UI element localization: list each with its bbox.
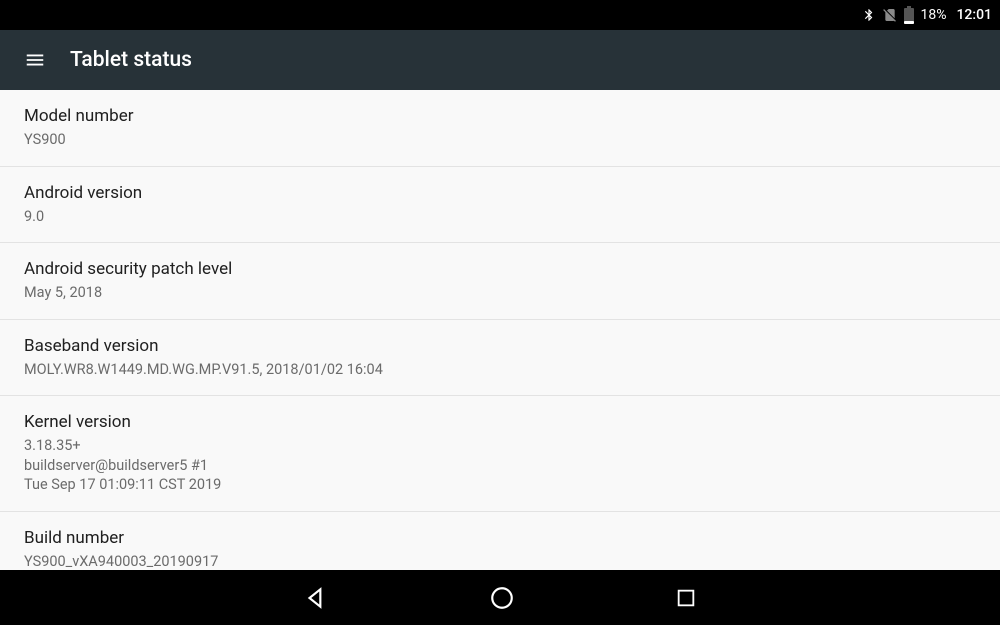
item-label: Model number bbox=[24, 106, 976, 126]
item-value: 9.0 bbox=[24, 207, 976, 227]
page-title: Tablet status bbox=[70, 48, 192, 72]
battery-icon bbox=[904, 6, 914, 24]
item-value: MOLY.WR8.W1449.MD.WG.MP.V91.5, 2018/01/0… bbox=[24, 360, 976, 380]
item-security-patch[interactable]: Android security patch level May 5, 2018 bbox=[0, 243, 1000, 320]
item-label: Android version bbox=[24, 183, 976, 203]
item-label: Build number bbox=[24, 528, 976, 548]
bluetooth-icon bbox=[862, 6, 876, 24]
no-sim-icon bbox=[882, 7, 898, 23]
item-build-number[interactable]: Build number YS900_vXA940003_20190917 bbox=[0, 512, 1000, 570]
menu-icon[interactable] bbox=[24, 49, 46, 71]
item-value: 3.18.35+ buildserver@buildserver5 #1 Tue… bbox=[24, 436, 976, 495]
item-baseband-version[interactable]: Baseband version MOLY.WR8.W1449.MD.WG.MP… bbox=[0, 320, 1000, 397]
item-value: YS900_vXA940003_20190917 bbox=[24, 552, 976, 570]
navigation-bar bbox=[0, 570, 1000, 625]
item-value: YS900 bbox=[24, 130, 976, 150]
item-kernel-version[interactable]: Kernel version 3.18.35+ buildserver@buil… bbox=[0, 396, 1000, 512]
recent-apps-button[interactable] bbox=[675, 587, 697, 609]
home-button[interactable] bbox=[489, 585, 515, 611]
item-label: Baseband version bbox=[24, 336, 976, 356]
item-android-version[interactable]: Android version 9.0 bbox=[0, 167, 1000, 244]
clock: 12:01 bbox=[956, 7, 992, 23]
item-model-number[interactable]: Model number YS900 bbox=[0, 90, 1000, 167]
status-bar: 18% 12:01 bbox=[0, 0, 1000, 30]
settings-list[interactable]: Model number YS900 Android version 9.0 A… bbox=[0, 90, 1000, 570]
item-value: May 5, 2018 bbox=[24, 283, 976, 303]
app-bar: Tablet status bbox=[0, 30, 1000, 90]
back-button[interactable] bbox=[303, 585, 329, 611]
item-label: Android security patch level bbox=[24, 259, 976, 279]
item-label: Kernel version bbox=[24, 412, 976, 432]
battery-percentage: 18% bbox=[920, 7, 946, 23]
